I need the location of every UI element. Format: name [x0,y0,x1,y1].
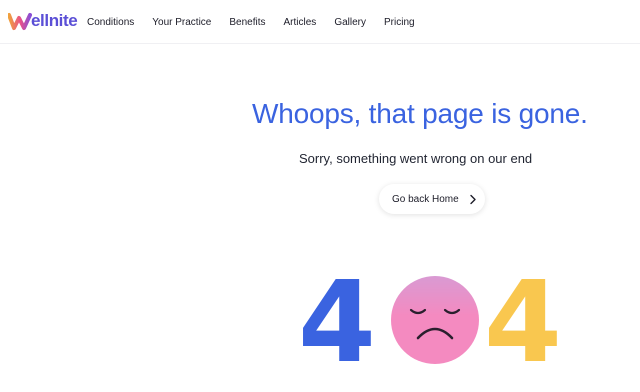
chevron-right-icon [470,194,476,204]
nav-item-your-practice[interactable]: Your Practice [152,17,211,28]
error-subheadline: Sorry, something went wrong on our end [299,151,533,166]
nav-item-conditions[interactable]: Conditions [87,17,134,28]
brand-name: ellnite [31,11,78,30]
go-back-home-button[interactable]: Go back Home [379,184,485,214]
main-nav: Conditions Your Practice Benefits Articl… [87,0,415,44]
nav-item-articles[interactable]: Articles [284,17,317,28]
nav-item-benefits[interactable]: Benefits [229,17,265,28]
error-digit-right: 4 [484,258,562,388]
logo-w-icon [8,13,32,30]
go-back-home-label: Go back Home [392,193,459,205]
nav-item-gallery[interactable]: Gallery [334,17,366,28]
error-page: ellnite Conditions Your Practice Benefit… [0,0,640,392]
top-navbar: ellnite Conditions Your Practice Benefit… [0,0,640,44]
error-headline: Whoops, that page is gone. [252,98,588,129]
nav-item-pricing[interactable]: Pricing [384,17,415,28]
sad-face-icon [391,276,479,364]
wellnite-logo[interactable]: ellnite [8,10,78,32]
error-digit-left: 4 [298,258,376,388]
